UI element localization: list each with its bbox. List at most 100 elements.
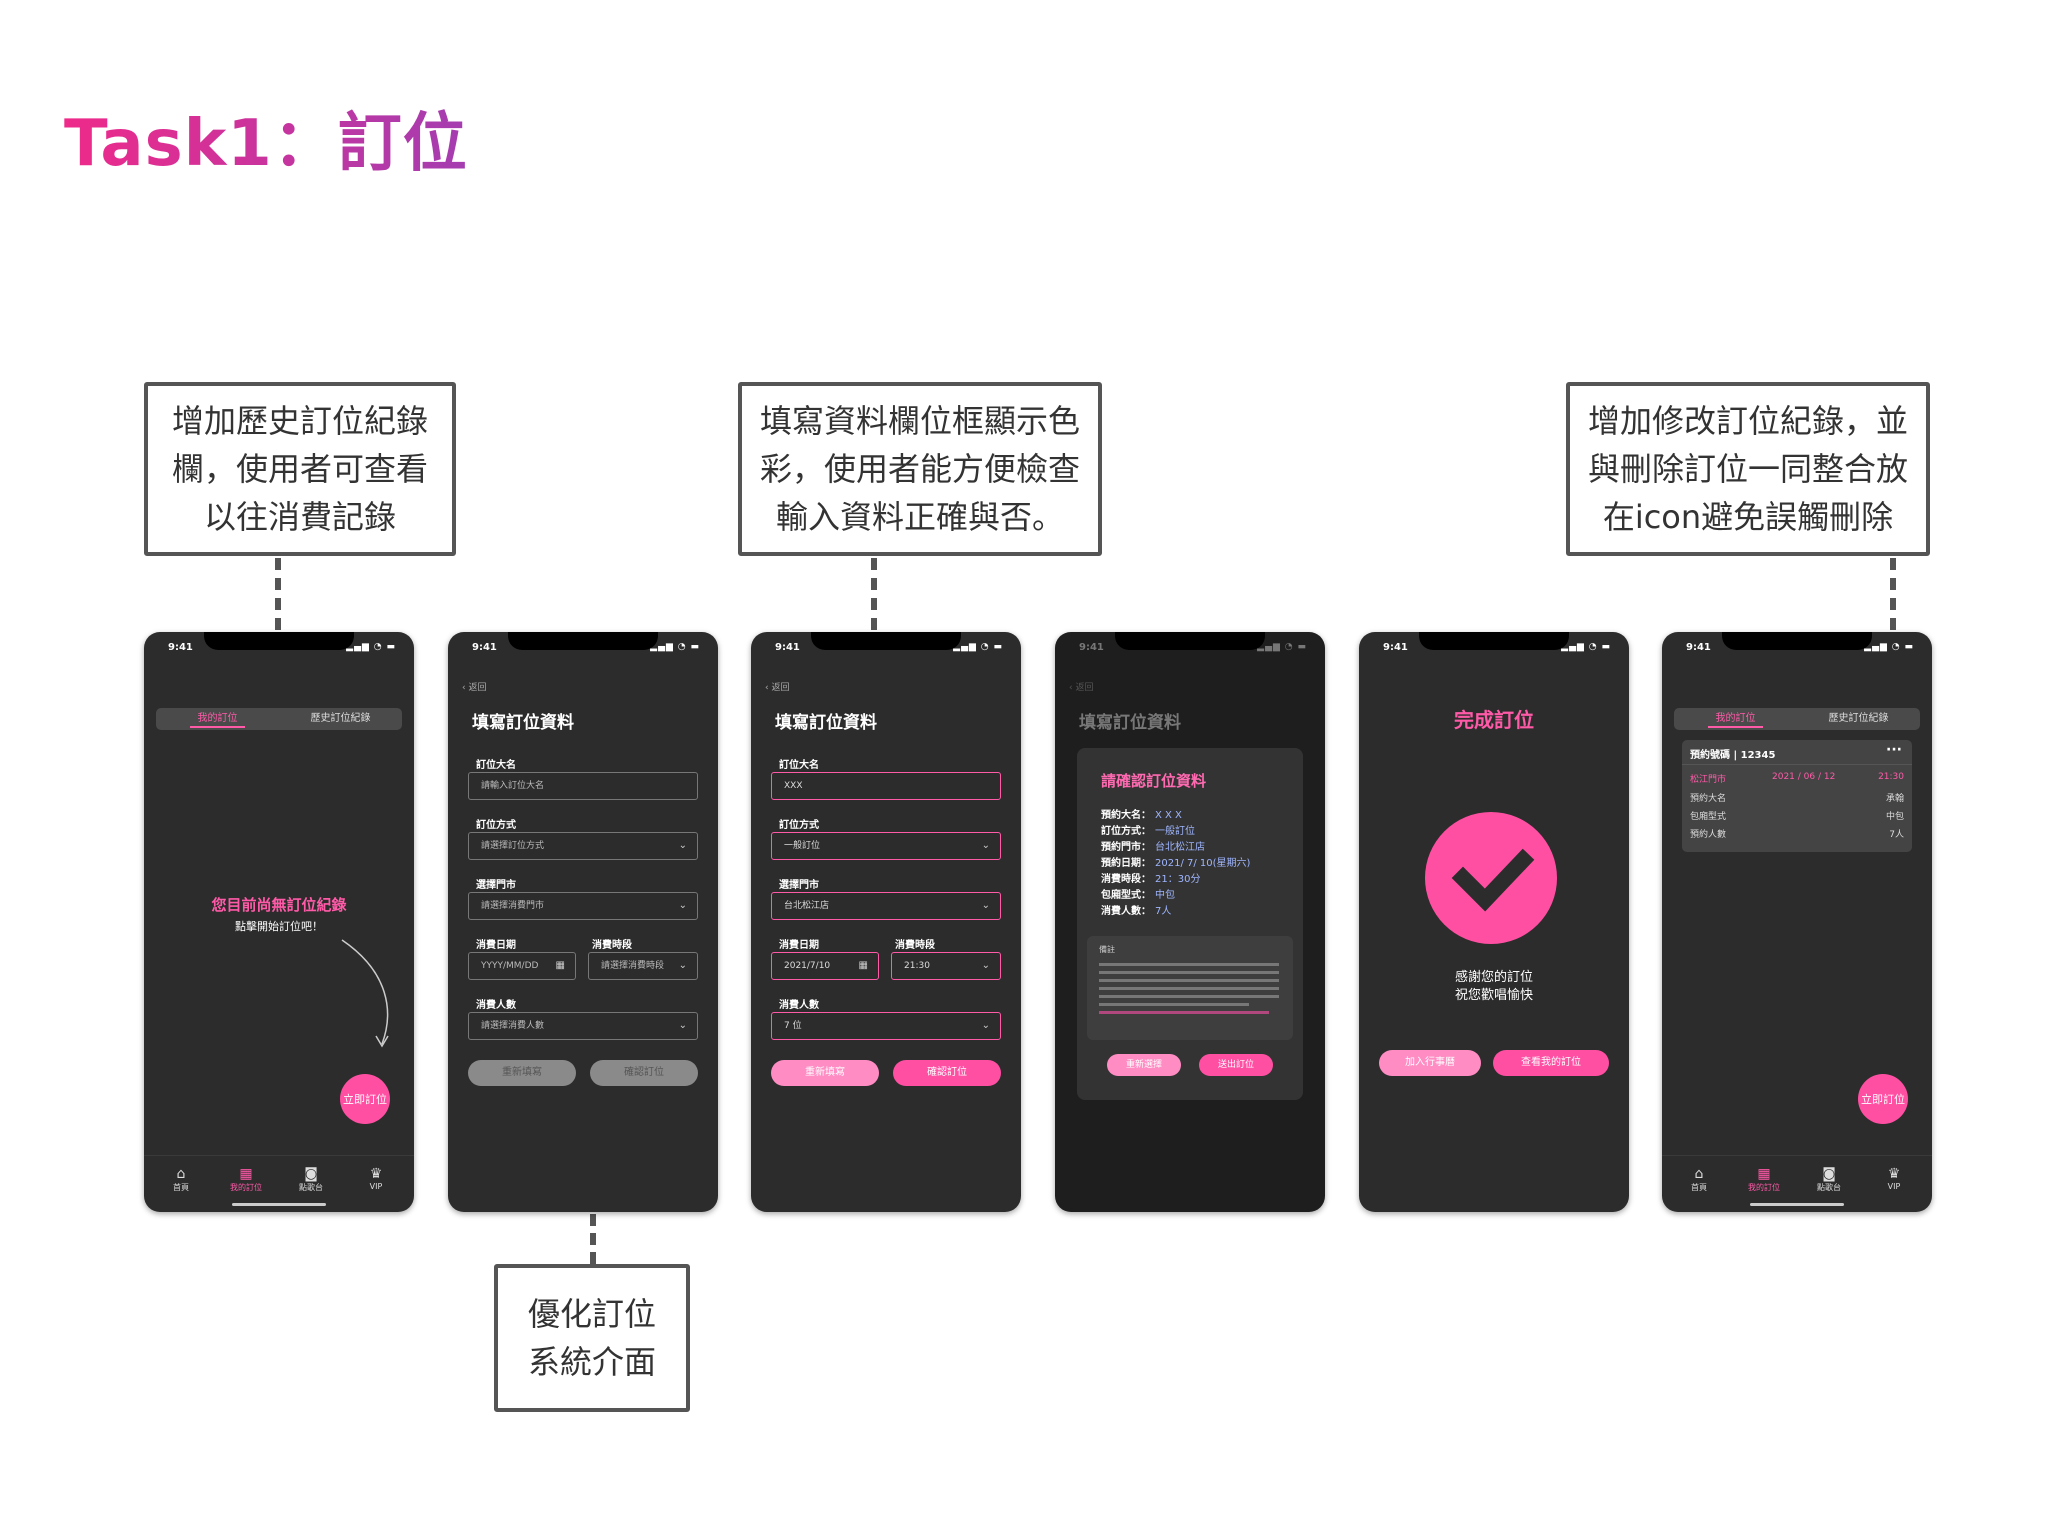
slot-select[interactable]: 請選擇消費時段 ⌄	[588, 952, 698, 980]
date-label: 消費日期	[779, 940, 819, 951]
reset-button[interactable]: 重新填寫	[468, 1060, 576, 1086]
book-now-fab[interactable]: 立即訂位	[1858, 1074, 1908, 1124]
slot-label: 消費時段	[895, 940, 935, 951]
thanks-line-2: 祝您歡唱愉快	[1454, 988, 1533, 1003]
confirm-button[interactable]: 確認訂位	[893, 1060, 1001, 1086]
phone-screen-form-filled: 9:41 ▂▄▆ ◔ ▬ ‹ 返回 填寫訂位資料 訂位大名 XXX 訂位方式 一…	[751, 632, 1021, 1212]
chevron-down-icon: ⌄	[678, 1020, 687, 1031]
notch	[1419, 632, 1569, 650]
tab-ktv-label: 點歌台	[299, 1183, 323, 1192]
store-label: 選擇門市	[779, 880, 819, 891]
confirm-row: 預約大名： X X X	[1101, 808, 1250, 824]
crown-icon: ♛	[1887, 1166, 1901, 1182]
confirm-row-key: 預約大名：	[1101, 810, 1151, 821]
tab-my-booking-label: 我的訂位	[1748, 1183, 1780, 1192]
callout-color: 填寫資料欄位框顯示色彩，使用者能方便檢查輸入資料正確與否。	[738, 382, 1102, 556]
home-indicator	[232, 1203, 326, 1206]
back-button[interactable]: ‹ 返回	[1069, 680, 1093, 693]
tab-home-label: 首頁	[173, 1183, 189, 1192]
callout-optimize: 優化訂位系統介面	[494, 1264, 690, 1412]
home-icon: ⌂	[1694, 1166, 1704, 1182]
phone-screen-confirm: 9:41 ▂▄▆ ◔ ▬ ‹ 返回 填寫訂位資料 請確認訂位資料 預約大名： X …	[1055, 632, 1325, 1212]
tab-vip[interactable]: ♛ VIP	[1869, 1166, 1919, 1191]
booking-card[interactable]: 預約號碼 | 12345 ··· 松江門市 2021 / 06 / 12 21:…	[1682, 740, 1912, 852]
booking-row-value: 7人	[1889, 830, 1904, 840]
form-title: 填寫訂位資料	[472, 713, 574, 733]
confirm-row-key: 訂位方式：	[1101, 826, 1151, 837]
back-button[interactable]: ‹ 返回	[462, 680, 486, 693]
method-select[interactable]: 一般訂位 ⌄	[771, 832, 1001, 860]
date-input[interactable]: 2021/7/10 ▦	[771, 952, 879, 980]
name-input[interactable]: 請輸入訂位大名	[468, 772, 698, 800]
tab-home[interactable]: ⌂ 首頁	[156, 1166, 206, 1193]
calendar-icon: ▦	[239, 1166, 253, 1182]
success-title: 完成訂位	[1454, 708, 1534, 732]
connector-optimize	[590, 1214, 596, 1264]
slot-select-value: 請選擇消費時段	[601, 961, 665, 971]
status-icons: ▂▄▆ ◔ ▬	[1257, 642, 1307, 652]
confirm-row: 預約門市： 台北松江店	[1101, 840, 1250, 856]
reset-button[interactable]: 重新填寫	[771, 1060, 879, 1086]
notch	[811, 632, 961, 650]
form-title: 填寫訂位資料	[775, 713, 877, 733]
confirm-row: 消費人數： 7人	[1101, 904, 1250, 920]
booking-row-key: 包廂型式	[1690, 812, 1727, 822]
store-select-value: 台北松江店	[784, 901, 830, 911]
tab-home[interactable]: ⌂ 首頁	[1674, 1166, 1724, 1193]
tab-history[interactable]: 歷史訂位紀錄	[279, 708, 402, 730]
mic-icon: ◙	[1822, 1166, 1836, 1182]
chevron-down-icon: ⌄	[981, 1020, 990, 1031]
status-icons: ▂▄▆ ◔ ▬	[1561, 642, 1611, 652]
confirm-button[interactable]: 確認訂位	[590, 1060, 698, 1086]
people-label: 消費人數	[779, 1000, 819, 1011]
people-label: 消費人數	[476, 1000, 516, 1011]
tab-history[interactable]: 歷史訂位紀錄	[1797, 708, 1920, 730]
date-input-value: 2021/7/10	[784, 961, 831, 971]
people-select[interactable]: 7 位 ⌄	[771, 1012, 1001, 1040]
tab-my-booking-nav[interactable]: ▦ 我的訂位	[221, 1166, 271, 1193]
booking-row: 包廂型式 中包	[1690, 808, 1904, 826]
calendar-icon: ▦	[1757, 1166, 1771, 1182]
thanks-line-1: 感謝您的訂位	[1454, 970, 1533, 985]
name-input[interactable]: XXX	[771, 772, 1001, 800]
tab-ktv[interactable]: ◙ 點歌台	[286, 1166, 336, 1193]
modal-rows: 預約大名： X X X 訂位方式： 一般訂位 預約門市： 台北松江店 預約日期： 2021/ …	[1101, 808, 1250, 920]
booking-date: 2021 / 06 / 12	[1772, 772, 1836, 782]
tab-vip[interactable]: ♛ VIP	[351, 1166, 401, 1191]
note-title: 備註	[1099, 945, 1115, 954]
method-label: 訂位方式	[476, 820, 516, 831]
status-time: 9:41	[1383, 642, 1408, 653]
phone-screen-success: 9:41 ▂▄▆ ◔ ▬ 完成訂位 感謝您的訂位 祝您歡唱愉快 加入行事曆 查看…	[1359, 632, 1629, 1212]
home-indicator	[1750, 1203, 1844, 1206]
divider	[1682, 764, 1912, 765]
submit-button[interactable]: 送出訂位	[1199, 1054, 1273, 1076]
back-button[interactable]: ‹ 返回	[765, 680, 789, 693]
tab-my-booking-nav[interactable]: ▦ 我的訂位	[1739, 1166, 1789, 1193]
tab-my-booking[interactable]: 我的訂位	[156, 708, 279, 730]
confirm-row-key: 預約門市：	[1101, 842, 1151, 853]
date-input[interactable]: YYYY/MM/DD ▦	[468, 952, 576, 980]
book-now-fab[interactable]: 立即訂位	[340, 1074, 390, 1124]
add-calendar-button[interactable]: 加入行事曆	[1379, 1050, 1481, 1076]
slot-select[interactable]: 21:30 ⌄	[891, 952, 1001, 980]
store-select[interactable]: 請選擇消費門市 ⌄	[468, 892, 698, 920]
store-select[interactable]: 台北松江店 ⌄	[771, 892, 1001, 920]
tab-my-booking-label: 我的訂位	[230, 1183, 262, 1192]
method-select[interactable]: 請選擇訂位方式 ⌄	[468, 832, 698, 860]
confirm-row-key: 消費時段：	[1101, 874, 1151, 885]
callout-history: 增加歷史訂位紀錄欄，使用者可查看以往消費記錄	[144, 382, 456, 556]
home-icon: ⌂	[176, 1166, 186, 1182]
tab-my-booking[interactable]: 我的訂位	[1674, 708, 1797, 730]
status-time: 9:41	[168, 642, 193, 653]
confirm-row: 預約日期： 2021/ 7/ 10(星期六)	[1101, 856, 1250, 872]
connector-edit	[1890, 558, 1896, 630]
arrow-icon	[341, 939, 389, 1048]
reselect-button[interactable]: 重新選擇	[1107, 1054, 1181, 1076]
view-booking-button[interactable]: 查看我的訂位	[1493, 1050, 1609, 1076]
more-icon[interactable]: ···	[1886, 742, 1902, 758]
people-select[interactable]: 請選擇消費人數 ⌄	[468, 1012, 698, 1040]
confirm-row-value: 台北松江店	[1155, 842, 1205, 853]
booking-time: 21:30	[1878, 772, 1904, 782]
tab-ktv[interactable]: ◙ 點歌台	[1804, 1166, 1854, 1193]
phone-screen-form-empty: 9:41 ▂▄▆ ◔ ▬ ‹ 返回 填寫訂位資料 訂位大名 請輸入訂位大名 訂位…	[448, 632, 718, 1212]
